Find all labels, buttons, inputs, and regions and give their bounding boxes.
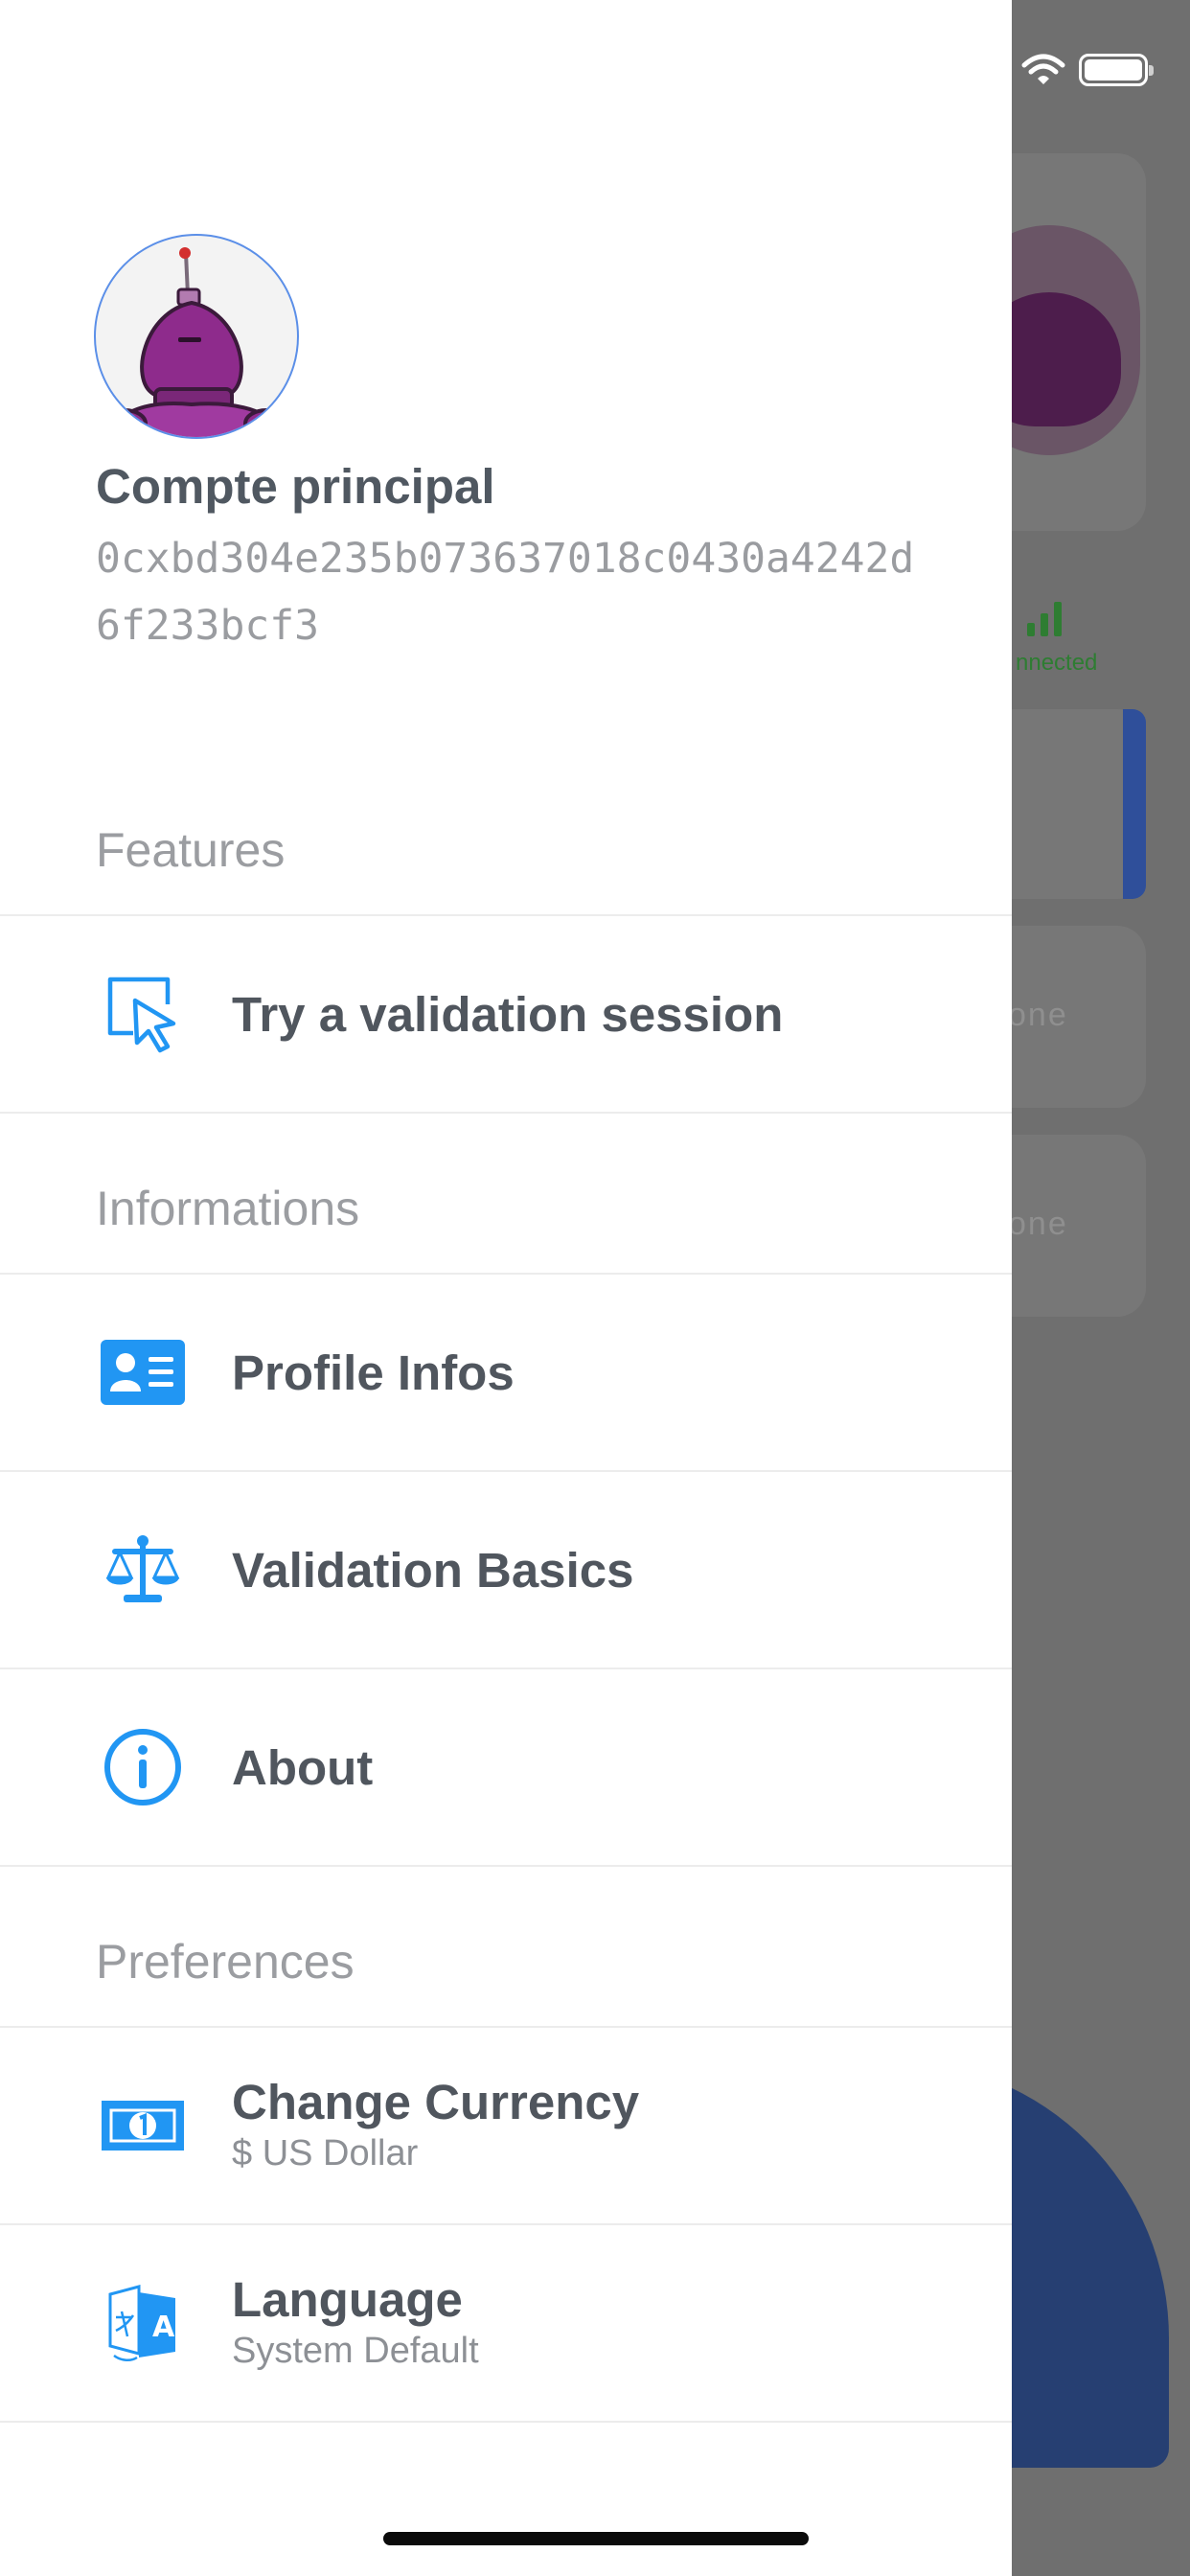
menu-item-language[interactable]: A Language System Default: [0, 2225, 1012, 2421]
account-name: Compte principal: [96, 459, 495, 514]
menu-label: Profile Infos: [232, 1345, 515, 1400]
section-title-preferences: Preferences: [96, 1935, 355, 1989]
info-icon: [96, 1720, 190, 1814]
menu-label: About: [232, 1739, 374, 1795]
navigation-drawer: Compte principal 0cxbd304e235b073637018c…: [0, 0, 1012, 2576]
menu-item-validation-session[interactable]: Try a validation session: [0, 916, 1012, 1112]
menu-label: Try a validation session: [232, 986, 784, 1042]
menu-item-profile-infos[interactable]: Profile Infos: [0, 1275, 1012, 1470]
section-title-informations: Informations: [96, 1182, 360, 1235]
background-accent-tab: [1123, 709, 1146, 899]
background-row-text: one: [1008, 997, 1068, 1033]
menu-item-validation-basics[interactable]: Validation Basics: [0, 1472, 1012, 1668]
scales-icon: [96, 1523, 190, 1617]
home-indicator[interactable]: [383, 2532, 809, 2545]
id-card-icon: [96, 1325, 190, 1419]
menu-item-about[interactable]: About: [0, 1669, 1012, 1865]
translate-icon: A: [96, 2276, 190, 2370]
account-avatar[interactable]: [94, 234, 299, 439]
divider: [0, 1112, 1012, 1114]
background-row-text: one: [1008, 1206, 1068, 1242]
battery-icon: [1079, 54, 1154, 86]
status-bar: [1021, 54, 1154, 86]
menu-label: Language: [232, 2272, 463, 2327]
svg-text:A: A: [152, 2311, 175, 2344]
wallet-address: 0cxbd304e235b073637018c0430a4242d6f233bc…: [96, 535, 915, 650]
menu-label: Validation Basics: [232, 1542, 634, 1598]
menu-item-change-currency[interactable]: Change Currency $ US Dollar: [0, 2028, 1012, 2223]
divider: [0, 1865, 1012, 1867]
section-title-features: Features: [96, 823, 286, 877]
connection-status: nnected: [1016, 650, 1098, 676]
menu-label: Change Currency: [232, 2075, 640, 2129]
banknote-icon: [96, 2079, 190, 2173]
cursor-click-icon: [96, 967, 190, 1061]
language-value: System Default: [232, 2331, 479, 2371]
currency-value: $ US Dollar: [232, 2133, 419, 2174]
divider: [0, 2421, 1012, 2423]
language-text: Language System Default: [232, 2272, 479, 2374]
currency-text: Change Currency $ US Dollar: [232, 2075, 639, 2176]
signal-icon: [1027, 602, 1062, 636]
wifi-icon: [1021, 54, 1065, 86]
